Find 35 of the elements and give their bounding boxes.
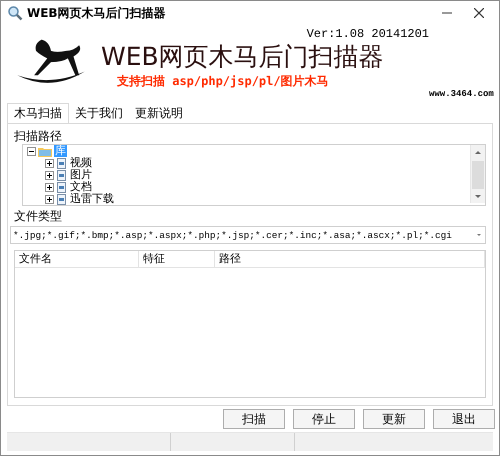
field-label: 文件类型 [14,209,63,224]
action-button[interactable]: 扫描 [223,409,285,429]
column-header[interactable]: 路径 [215,251,485,267]
window-title: WEB网页木马后门扫描器 [27,4,167,22]
results-table[interactable]: 文件名 特征 路径 [14,250,486,398]
file-icon [56,182,67,192]
folder-tree[interactable]: 库 视频 图片 文档 迅雷下载 [22,144,486,206]
column-header[interactable]: 特征 [139,251,215,267]
subtitle: 支持扫描 asp/php/jsp/pl/图片木马 [117,73,329,89]
file-icon [56,194,67,204]
action-button[interactable]: 更新 [363,409,425,429]
expand-icon[interactable] [45,194,54,204]
tree-item[interactable]: 视频 [69,157,93,169]
file-icon [56,158,67,168]
version-text: Ver:1.08 20141201 [306,27,429,41]
app-title: WEB网页木马后门扫描器 [101,41,384,73]
column-header[interactable]: 文件名 [15,251,139,267]
expand-icon[interactable] [45,170,54,180]
expand-icon[interactable] [45,182,54,192]
scrollbar-drawing[interactable] [470,145,485,203]
tree-item[interactable]: 文档 [69,181,93,193]
tree-item[interactable]: 迅雷下载 [69,193,115,205]
magnifier-icon [7,5,23,21]
file-type-dropdown[interactable]: *.jpg;*.gif;*.bmp;*.asp;*.aspx;*.php;*.jsp;*.cer;*.inc;*.asa;*.ascx;*.pl;*.cgi [10,226,486,244]
action-button[interactable]: 退出 [433,409,495,429]
folder-icon [38,146,52,156]
tab[interactable]: 木马扫描 [7,103,69,123]
field-label: 扫描路径 [14,129,63,144]
file-icon [56,170,67,180]
collapse-icon[interactable] [27,146,36,156]
website-text: www.3464.com [429,89,495,99]
action-button[interactable]: 停止 [293,409,355,429]
expand-icon[interactable] [45,158,54,168]
close-icon[interactable] [474,8,484,18]
tree-item[interactable]: 图片 [69,169,93,181]
